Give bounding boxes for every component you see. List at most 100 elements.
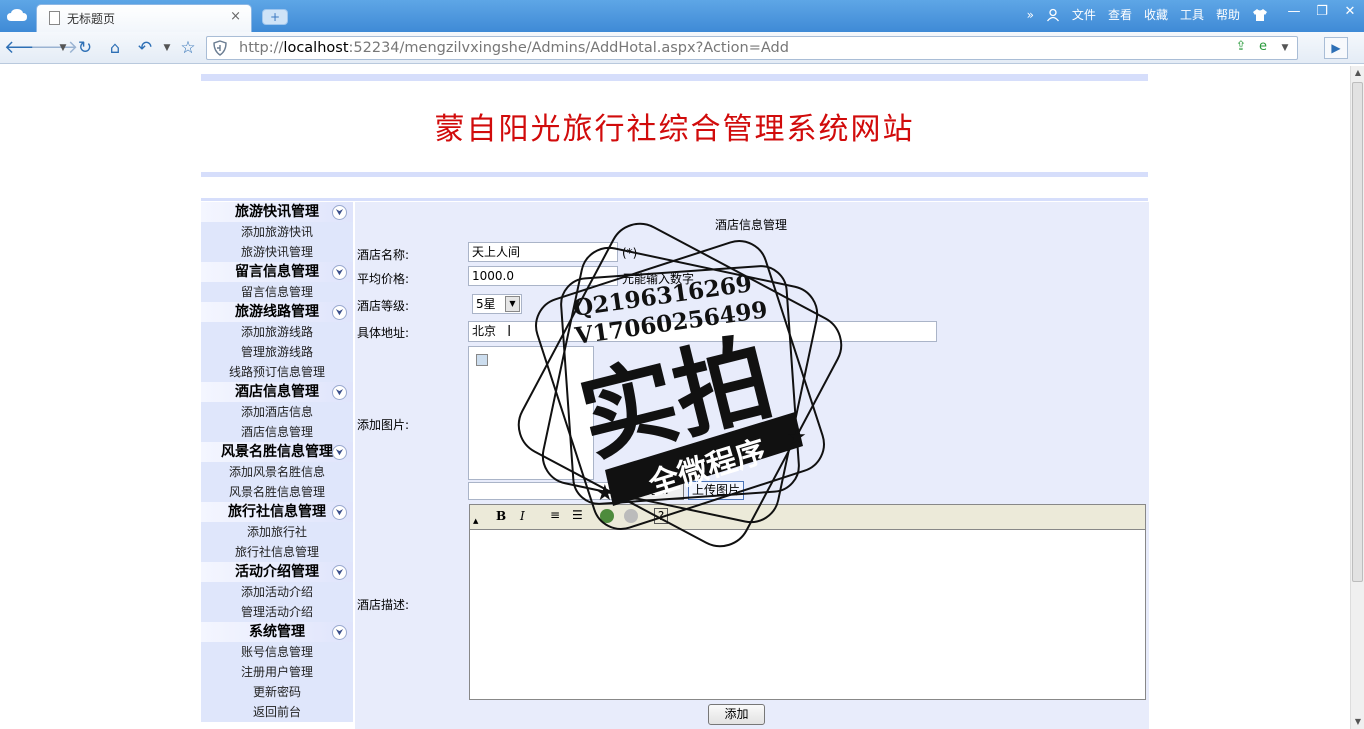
italic-button[interactable]: I	[520, 509, 525, 523]
menu-overflow-icon[interactable]: »	[1027, 8, 1034, 22]
sidebar-item[interactable]: 添加旅游线路	[201, 322, 353, 342]
sidebar-section-header[interactable]: 留言信息管理 ⮟	[201, 262, 353, 282]
chevron-down-icon[interactable]: ⮟	[332, 505, 347, 520]
image-label: 添加图片:	[357, 418, 410, 432]
address-label: 具体地址:	[357, 326, 410, 340]
price-label: 平均价格:	[357, 272, 410, 286]
address-bar[interactable]: http://localhost:52234/mengzilvxingshe/A…	[206, 36, 1298, 60]
sidebar-item[interactable]: 添加活动介绍	[201, 582, 353, 602]
menu-view[interactable]: 查看	[1108, 6, 1132, 23]
sidebar-section-header[interactable]: 系统管理 ⮟	[201, 622, 353, 642]
ordered-list-button[interactable]: ≡	[550, 508, 560, 522]
menu-favorites[interactable]: 收藏	[1144, 6, 1168, 23]
ie-mode-icon[interactable]: e	[1255, 39, 1271, 57]
sidebar-item[interactable]: 添加酒店信息	[201, 402, 353, 422]
go-button[interactable]: ▶	[1324, 37, 1348, 59]
unordered-list-button[interactable]: ☰	[572, 508, 583, 522]
restore-icon[interactable]: ❐	[1314, 4, 1330, 19]
chevron-down-icon[interactable]: ⮟	[332, 385, 347, 400]
address-dropdown-icon[interactable]: ▼	[1277, 39, 1293, 57]
browser-tab[interactable]: 无标题页 ×	[36, 4, 252, 32]
skin-shirt-icon[interactable]	[1252, 8, 1268, 22]
chevron-down-icon[interactable]: ⮟	[332, 205, 347, 220]
sidebar-item[interactable]: 注册用户管理	[201, 662, 353, 682]
text-cursor-icon: I	[507, 322, 512, 340]
description-label: 酒店描述:	[357, 598, 410, 612]
chevron-down-icon[interactable]: ⮟	[332, 565, 347, 580]
sidebar-section-header[interactable]: 旅游线路管理 ⮟	[201, 302, 353, 322]
help-button[interactable]: ?	[654, 508, 668, 524]
scroll-down-icon[interactable]: ▼	[1351, 715, 1364, 729]
share-icon[interactable]: ⇪	[1233, 39, 1249, 57]
file-path-input[interactable]	[468, 482, 618, 500]
header-band-top	[201, 74, 1148, 81]
sidebar-item[interactable]: 管理旅游线路	[201, 342, 353, 362]
forward-dropdown-icon[interactable]: ▼	[52, 37, 74, 59]
sidebar-item[interactable]: 留言信息管理	[201, 282, 353, 302]
sidebar-section-header[interactable]: 酒店信息管理 ⮟	[201, 382, 353, 402]
sidebar-item[interactable]: 线路预订信息管理	[201, 362, 353, 382]
undo-dropdown-icon[interactable]: ▼	[156, 37, 178, 59]
sidebar-section-title: 旅游线路管理	[235, 304, 319, 320]
browser-menu: » 文件 查看 收藏 工具 帮助	[1027, 6, 1268, 23]
sidebar-item[interactable]: 管理活动介绍	[201, 602, 353, 622]
refresh-icon[interactable]: ↻	[74, 37, 96, 59]
menu-tools[interactable]: 工具	[1180, 6, 1204, 23]
section-title: 酒店信息管理	[715, 218, 788, 232]
sidebar-section-title: 留言信息管理	[235, 264, 319, 280]
sidebar-item[interactable]: 添加旅游快讯	[201, 222, 353, 242]
scroll-thumb[interactable]	[1352, 82, 1363, 582]
hotel-form-panel: 酒店信息管理 酒店名称: 天上人间 (*) 平均价格: 1000.0 元能输入数…	[355, 202, 1149, 729]
toolbar-grip-icon: ▲	[473, 517, 479, 525]
favorite-star-icon[interactable]: ☆	[177, 37, 199, 59]
new-tab-button[interactable]: +	[262, 9, 288, 25]
sidebar-section-header[interactable]: 活动介绍管理 ⮟	[201, 562, 353, 582]
sidebar-section-header[interactable]: 旅游快讯管理 ⮟	[201, 202, 353, 222]
sidebar-item[interactable]: 旅游快讯管理	[201, 242, 353, 262]
sidebar-section-title: 旅行社信息管理	[228, 504, 326, 520]
sidebar-item[interactable]: 添加旅行社	[201, 522, 353, 542]
description-editor[interactable]: ▲ B I ≡ ☰ ?	[469, 504, 1146, 700]
minimize-icon[interactable]: —	[1286, 4, 1302, 19]
chevron-down-icon[interactable]: ⮟	[332, 265, 347, 280]
menu-help[interactable]: 帮助	[1216, 6, 1240, 23]
bold-button[interactable]: B	[496, 509, 506, 523]
upload-image-button[interactable]: 上传图片	[688, 481, 744, 500]
back-arrow-icon[interactable]: 🡐	[4, 37, 52, 59]
undo-icon[interactable]: ↶	[134, 37, 156, 59]
address-input[interactable]: 北京 I	[468, 321, 937, 342]
sidebar-item[interactable]: 更新密码	[201, 682, 353, 702]
chevron-down-icon[interactable]: ⮟	[332, 445, 347, 460]
price-input[interactable]: 1000.0	[468, 266, 618, 286]
hotel-name-label: 酒店名称:	[357, 248, 410, 262]
chevron-down-icon[interactable]: ⮟	[332, 305, 347, 320]
hotel-name-input[interactable]: 天上人间	[468, 242, 618, 262]
chevron-down-icon[interactable]: ⮟	[332, 625, 347, 640]
sidebar-item[interactable]: 酒店信息管理	[201, 422, 353, 442]
sidebar-item[interactable]: 旅行社信息管理	[201, 542, 353, 562]
sidebar-item[interactable]: 风景名胜信息管理	[201, 482, 353, 502]
tab-close-icon[interactable]: ×	[230, 9, 241, 24]
page-icon	[49, 11, 60, 25]
menu-file[interactable]: 文件	[1072, 6, 1096, 23]
link-icon[interactable]	[600, 509, 614, 523]
sidebar-section-header[interactable]: 旅行社信息管理 ⮟	[201, 502, 353, 522]
user-icon[interactable]	[1046, 8, 1060, 22]
hotel-name-required: (*)	[622, 246, 638, 260]
home-icon[interactable]: ⌂	[104, 37, 126, 59]
unlink-icon[interactable]	[624, 509, 638, 523]
sidebar-section-header[interactable]: 风景名胜信息管理 ⮟	[201, 442, 353, 462]
sidebar-item[interactable]: 添加风景名胜信息	[201, 462, 353, 482]
chevron-down-icon[interactable]: ▼	[505, 296, 520, 312]
browse-button[interactable]: 浏览...	[618, 481, 684, 500]
url-text[interactable]: http://localhost:52234/mengzilvxingshe/A…	[239, 40, 789, 56]
sidebar-section-title: 酒店信息管理	[235, 384, 319, 400]
add-submit-button[interactable]: 添加	[708, 704, 765, 725]
forward-arrow-icon[interactable]: 🡒	[30, 37, 78, 59]
level-select[interactable]: 5星 ▼	[472, 294, 522, 314]
close-window-icon[interactable]: ✕	[1342, 4, 1358, 19]
vertical-scrollbar[interactable]: ▲ ▼	[1350, 66, 1364, 729]
scroll-up-icon[interactable]: ▲	[1351, 66, 1364, 80]
sidebar-item[interactable]: 账号信息管理	[201, 642, 353, 662]
sidebar-item[interactable]: 返回前台	[201, 702, 353, 722]
